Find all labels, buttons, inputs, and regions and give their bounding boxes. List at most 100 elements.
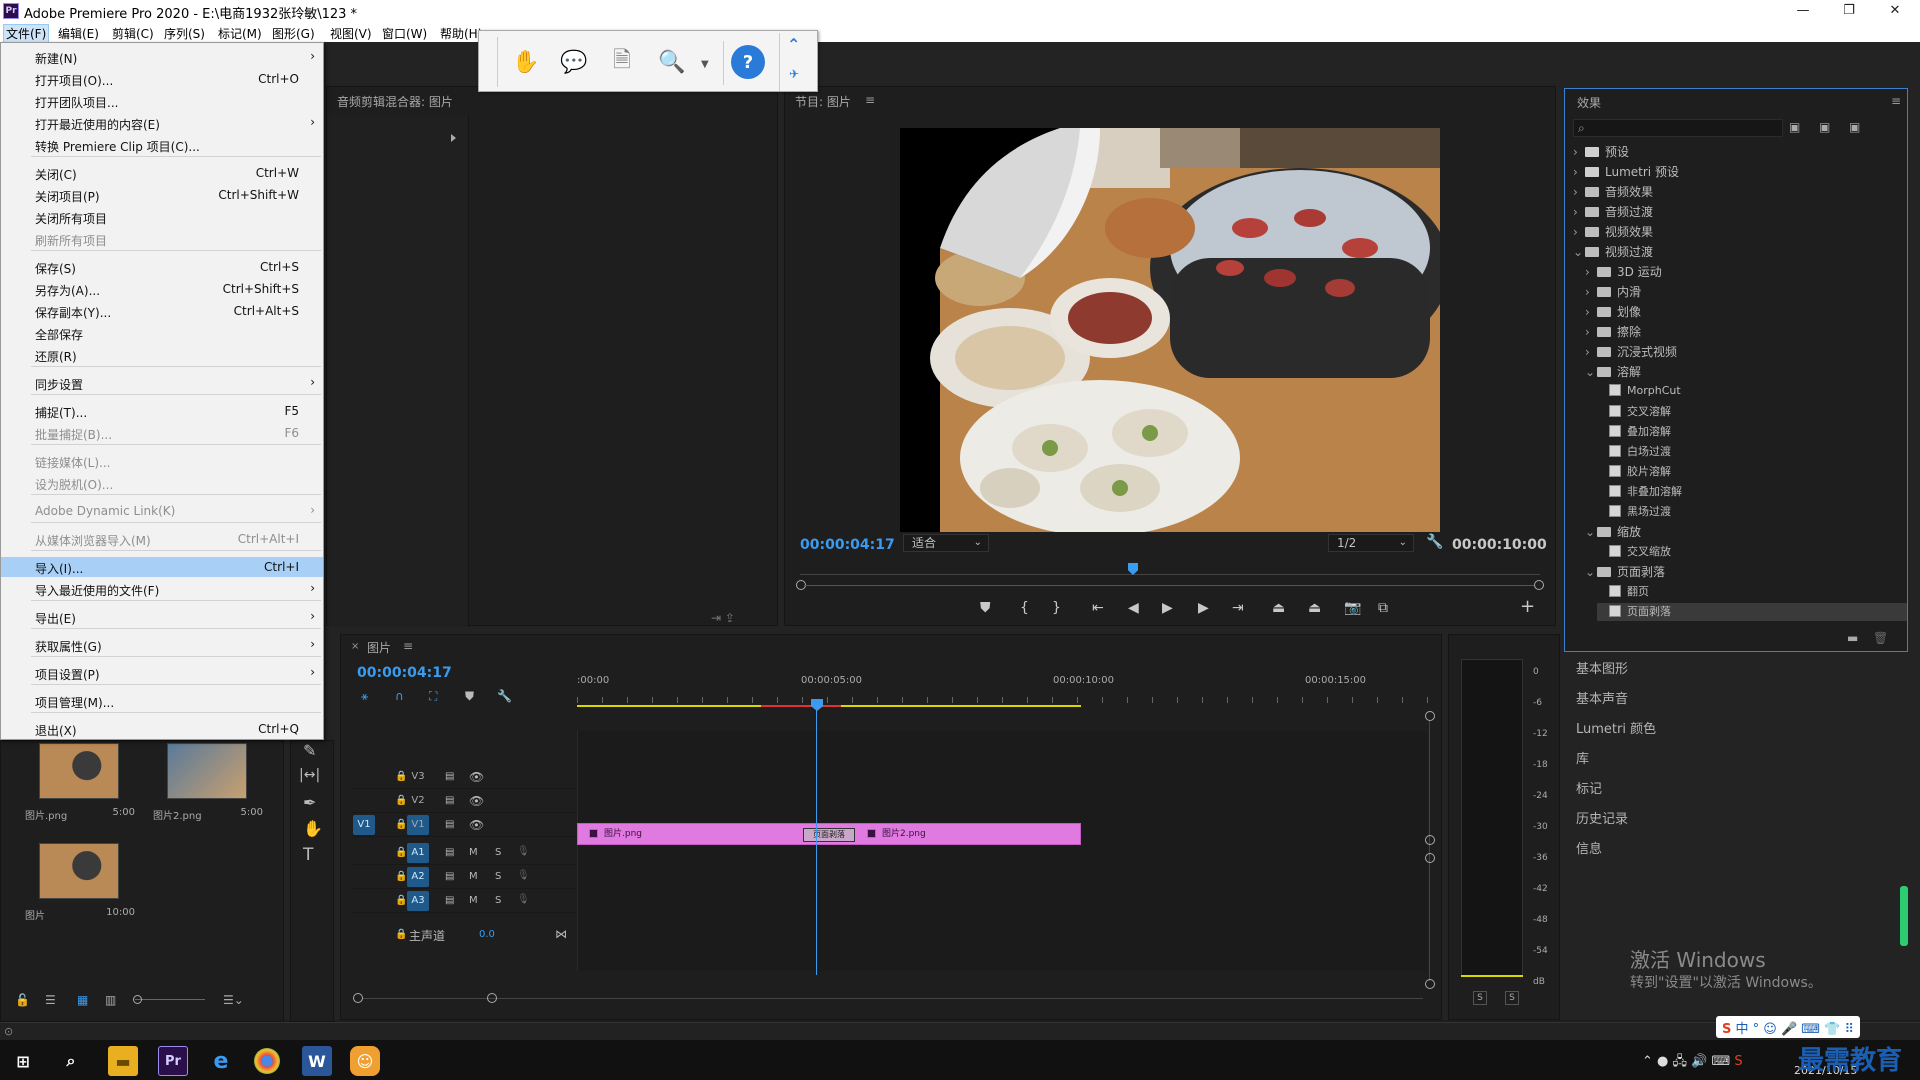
lock-icon[interactable]: 🔒: [395, 871, 407, 882]
linked-selection-icon[interactable]: ⛶: [429, 689, 437, 704]
effects-tree-item-16[interactable]: 白场过渡: [1597, 443, 1907, 461]
file-menu-item-2[interactable]: 打开项目(O)... Ctrl+O: [1, 69, 323, 89]
solo-button[interactable]: S: [495, 895, 501, 906]
ime-toolbar[interactable]: S 中 ° ☺ 🎤 ⌨ 👕 ⠿: [1716, 1016, 1861, 1038]
menu-5[interactable]: 标记(M): [218, 25, 262, 42]
side-panel-1[interactable]: 基本图形: [1576, 658, 1906, 677]
scroll-end-handle[interactable]: [1534, 580, 1544, 590]
file-menu-item-3[interactable]: 打开团队项目...: [1, 91, 323, 111]
effects-tree-item-4[interactable]: › 音频过渡: [1573, 203, 1907, 221]
h-scroll-end[interactable]: [487, 993, 497, 1003]
track-target-a3[interactable]: A3: [407, 891, 429, 911]
comparison-view-icon[interactable]: ⧉: [1378, 600, 1388, 616]
track-target-v3[interactable]: V3: [407, 767, 429, 787]
transition-page-peel[interactable]: 页面剥落: [803, 828, 855, 842]
play-icon[interactable]: ▶: [1162, 600, 1173, 616]
track-target-a2[interactable]: A2: [407, 867, 429, 887]
timeline-timecode[interactable]: 00:00:04:17: [357, 665, 452, 681]
panel-menu-icon[interactable]: ≡: [1891, 94, 1901, 108]
clip-1[interactable]: 图片.png: [589, 826, 642, 839]
zoom-icon[interactable]: 🔍: [655, 45, 689, 79]
effects-tree-item-14[interactable]: 交叉溶解: [1597, 403, 1907, 421]
mark-out-icon[interactable]: }: [1052, 600, 1061, 616]
effects-tree-item-5[interactable]: › 视频效果: [1573, 223, 1907, 241]
chevron-down-icon[interactable]: ▼: [701, 59, 709, 70]
hand-icon[interactable]: ✋: [509, 45, 543, 79]
project-item-3[interactable]: 图片 10:00: [25, 841, 135, 931]
maximize-icon[interactable]: ❐: [1826, 0, 1872, 22]
file-menu-item-8[interactable]: 关闭所有项目: [1, 207, 323, 227]
accelerated-effects-icon[interactable]: ▣: [1789, 120, 1800, 134]
lift-icon[interactable]: ⏏: [1272, 600, 1285, 616]
close-tab-icon[interactable]: ×: [351, 641, 359, 652]
effects-tree-item-13[interactable]: MorphCut: [1597, 383, 1907, 401]
file-explorer-icon[interactable]: ▬: [108, 1046, 138, 1076]
effects-tree-item-23[interactable]: 翻页: [1597, 583, 1907, 601]
effects-tree-item-17[interactable]: 胶片溶解: [1597, 463, 1907, 481]
lock-icon[interactable]: 🔒: [395, 929, 407, 940]
menu-1[interactable]: 文件(F): [2, 24, 50, 43]
icon-view-icon[interactable]: ▦: [77, 993, 88, 1007]
solo-right-button[interactable]: S: [1505, 991, 1519, 1005]
close-icon[interactable]: ✕: [1872, 0, 1918, 22]
mute-button[interactable]: M: [469, 871, 478, 882]
side-panel-2[interactable]: 基本声音: [1576, 688, 1906, 707]
file-menu-item-25[interactable]: 获取属性(G) ›: [1, 635, 323, 655]
file-menu-item-13[interactable]: 全部保存: [1, 323, 323, 343]
sync-lock-icon[interactable]: ▤: [445, 771, 454, 782]
file-menu-item-26[interactable]: 项目设置(P) ›: [1, 663, 323, 683]
microphone-icon[interactable]: 🎙: [517, 846, 530, 857]
effects-tree-item-21[interactable]: 交叉缩放: [1597, 543, 1907, 561]
file-menu-item-16[interactable]: 捕捉(T)... F5: [1, 401, 323, 421]
file-menu-item-22[interactable]: 导入(I)... Ctrl+I: [1, 557, 323, 577]
menu-4[interactable]: 序列(S): [164, 25, 205, 42]
file-menu-item-10[interactable]: 保存(S) Ctrl+S: [1, 257, 323, 277]
effects-tree-item-8[interactable]: › 内滑: [1585, 283, 1907, 301]
export-frame-icon[interactable]: 📷: [1344, 600, 1361, 616]
sync-lock-icon[interactable]: ▤: [445, 847, 454, 858]
effects-tree-item-11[interactable]: › 沉浸式视频: [1585, 343, 1907, 361]
windows-start-icon[interactable]: ⊞: [8, 1046, 38, 1076]
document-icon[interactable]: 🗎: [605, 45, 639, 79]
lock-icon[interactable]: 🔒: [395, 895, 407, 906]
wrench-icon[interactable]: 🔧: [1426, 534, 1443, 550]
file-menu-item-28[interactable]: 退出(X) Ctrl+Q: [1, 719, 323, 739]
time-ruler[interactable]: :00:00 00:00:05:00 00:00:10:00 00:00:15:00: [577, 675, 1437, 705]
microphone-icon[interactable]: 🎙: [517, 894, 530, 905]
solo-button[interactable]: S: [495, 847, 501, 858]
step-forward-icon[interactable]: ▶: [1198, 600, 1209, 616]
file-menu-item-4[interactable]: 打开最近使用的内容(E) ›: [1, 113, 323, 133]
side-panel-4[interactable]: 库: [1576, 748, 1906, 767]
solo-left-button[interactable]: S: [1473, 991, 1487, 1005]
side-panel-5[interactable]: 标记: [1576, 778, 1906, 797]
effects-tree-item-19[interactable]: 黑场过渡: [1597, 503, 1907, 521]
lock-icon[interactable]: 🔒: [395, 847, 407, 858]
yuv-effects-icon[interactable]: ▣: [1849, 120, 1860, 134]
h-scroll-start[interactable]: [353, 993, 363, 1003]
track-target-a1[interactable]: A1: [407, 843, 429, 863]
track-area[interactable]: [577, 731, 1427, 971]
edge-icon[interactable]: e: [206, 1046, 236, 1076]
lock-icon[interactable]: 🔒: [395, 795, 407, 806]
delete-icon[interactable]: 🗑: [1873, 631, 1888, 645]
chrome-icon[interactable]: [254, 1048, 280, 1074]
file-menu-item-27[interactable]: 项目管理(M)...: [1, 691, 323, 711]
button-editor-plus-icon[interactable]: +: [1520, 596, 1535, 617]
new-bin-icon[interactable]: ▬: [1847, 631, 1858, 645]
fit-dropdown[interactable]: 适合 ⌄: [903, 534, 989, 552]
search-icon[interactable]: ⌕: [56, 1046, 86, 1076]
timeline-settings-icon[interactable]: 🔧: [497, 689, 512, 703]
lock-icon[interactable]: 🔒: [395, 819, 407, 830]
hand-tool-icon[interactable]: ✋: [303, 819, 323, 838]
word-icon[interactable]: W: [302, 1046, 332, 1076]
eye-icon[interactable]: 👁: [469, 770, 484, 784]
effects-tree-item-22[interactable]: ⌄ 页面剥落: [1585, 563, 1907, 581]
export-icons[interactable]: ⇥ ⇪: [711, 611, 735, 625]
sync-lock-icon[interactable]: ▤: [445, 871, 454, 882]
source-patch-v1[interactable]: V1: [353, 815, 375, 835]
snap-icon[interactable]: ∩: [395, 689, 404, 703]
mute-button[interactable]: M: [469, 847, 478, 858]
file-menu-item-15[interactable]: 同步设置 ›: [1, 373, 323, 393]
effects-tree-item-6[interactable]: ⌄ 视频过渡: [1573, 243, 1907, 261]
list-view-icon[interactable]: ☰: [45, 993, 56, 1007]
